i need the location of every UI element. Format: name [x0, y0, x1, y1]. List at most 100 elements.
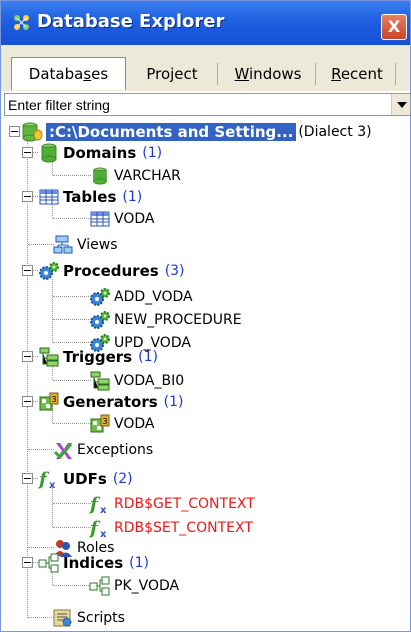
- collapse-icon[interactable]: [22, 351, 33, 362]
- tree-node-tables[interactable]: Tables (1): [38, 185, 142, 208]
- procedure-gears-icon: [89, 287, 111, 307]
- tree-node-domains[interactable]: Domains (1): [38, 141, 162, 164]
- tab-label-accel: R: [331, 65, 341, 83]
- tree-node-index-item[interactable]: PK_VODA: [89, 574, 179, 597]
- generator-icon: 3: [89, 414, 111, 434]
- tree-line: [53, 175, 91, 176]
- tree-line: [28, 547, 54, 548]
- domains-label: Domains: [63, 143, 137, 162]
- tree-line: [52, 487, 53, 527]
- chevron-down-icon[interactable]: [391, 94, 410, 115]
- function-icon: fx: [89, 494, 111, 514]
- tree-node-udf-item[interactable]: fx RDB$GET_CONTEXT: [89, 492, 255, 515]
- trigger-icon: [38, 347, 60, 367]
- tables-count: (1): [122, 188, 143, 205]
- tab-separator: [395, 63, 396, 85]
- procedures-label: Procedures: [63, 261, 159, 280]
- exception-icon: [52, 440, 74, 460]
- generators-count: (1): [163, 393, 184, 410]
- tab-separator: [315, 63, 316, 85]
- tables-label: Tables: [63, 187, 117, 206]
- udfs-label: UDFs: [63, 469, 107, 488]
- udf-item-label: RDB$SET_CONTEXT: [114, 519, 253, 536]
- tab-label-pre: Databa: [28, 65, 84, 83]
- filter-combobox[interactable]: [4, 93, 411, 116]
- tree-node-procedures[interactable]: Procedures (3): [38, 259, 185, 282]
- trigger-icon: [89, 371, 111, 391]
- database-tree[interactable]: :C:\Documents and Setting... (Dialect 3)…: [1, 117, 410, 631]
- tab-label-post: es: [91, 65, 109, 83]
- tree-node-procedure-item[interactable]: ADD_VODA: [89, 285, 193, 308]
- tree-line: [28, 449, 54, 450]
- index-icon: [89, 576, 111, 596]
- procedures-count: (3): [164, 262, 185, 279]
- function-icon: fx: [89, 518, 111, 538]
- collapse-icon[interactable]: [22, 147, 33, 158]
- filter-input[interactable]: [5, 94, 391, 115]
- tree-node-scripts[interactable]: Scripts: [52, 606, 125, 629]
- tree-line: [53, 218, 91, 219]
- udf-item-label: RDB$GET_CONTEXT: [114, 495, 255, 512]
- tab-label-post: indows: [249, 65, 302, 83]
- database-label: :C:\Documents and Setting...: [46, 122, 297, 141]
- svg-text:x: x: [100, 505, 107, 514]
- tree-node-domain-item[interactable]: VARCHAR: [89, 164, 181, 187]
- indices-label: Indices: [63, 553, 124, 572]
- tree-node-udfs[interactable]: fx UDFs (2): [38, 467, 133, 490]
- views-icon: [52, 235, 74, 255]
- tree-node-exceptions[interactable]: Exceptions: [52, 438, 153, 461]
- tree-line: [53, 380, 91, 381]
- tree-node-database[interactable]: :C:\Documents and Setting... (Dialect 3): [21, 120, 372, 143]
- close-button[interactable]: X: [381, 14, 407, 40]
- tab-databases[interactable]: Databases: [11, 57, 126, 90]
- table-icon: [89, 209, 111, 229]
- tree-line: [53, 503, 91, 504]
- tree-node-trigger-item[interactable]: VODA_BI0: [89, 369, 184, 392]
- collapse-icon[interactable]: [22, 473, 33, 484]
- scripts-label: Scripts: [77, 609, 125, 626]
- window-title: Database Explorer: [37, 11, 225, 32]
- tab-label-accel: s: [83, 65, 92, 83]
- tree-line: [28, 617, 54, 618]
- procedure-item-label: NEW_PROCEDURE: [114, 311, 242, 328]
- triggers-count: (1): [138, 348, 158, 365]
- tab-separator: [217, 63, 218, 85]
- tab-label-accel: W: [234, 65, 250, 83]
- tree-node-indices[interactable]: Indices (1): [38, 551, 149, 574]
- database-explorer-icon: [11, 12, 33, 34]
- domain-icon: [89, 166, 111, 186]
- index-icon: [38, 553, 60, 573]
- tree-line: [53, 342, 91, 343]
- exceptions-label: Exceptions: [77, 441, 154, 458]
- tab-project[interactable]: Project: [125, 61, 219, 89]
- svg-text:3: 3: [102, 417, 107, 426]
- collapse-icon[interactable]: [22, 557, 33, 568]
- procedure-gears-icon: [89, 310, 111, 330]
- indices-count: (1): [129, 554, 149, 571]
- collapse-icon[interactable]: [9, 126, 20, 137]
- index-item-label: PK_VODA: [114, 577, 180, 594]
- tree-node-triggers[interactable]: Triggers (1): [38, 345, 158, 368]
- tree-node-generators[interactable]: 3 Generators (1): [38, 390, 184, 413]
- tree-node-views[interactable]: Views: [52, 233, 118, 256]
- database-explorer-window: Database Explorer X Databases Project Wi…: [0, 0, 411, 632]
- tree-node-generator-item[interactable]: 3 VODA: [89, 412, 154, 435]
- domains-count: (1): [142, 144, 163, 161]
- collapse-icon[interactable]: [22, 265, 33, 276]
- tree-node-procedure-item[interactable]: NEW_PROCEDURE: [89, 308, 242, 331]
- views-label: Views: [77, 236, 118, 253]
- dialect-label: (Dialect 3): [298, 123, 372, 140]
- tab-windows[interactable]: Windows: [219, 61, 317, 89]
- tree-line: [27, 137, 28, 618]
- title-bar[interactable]: Database Explorer X: [1, 1, 410, 45]
- domain-icon: [38, 143, 60, 163]
- tree-line: [53, 527, 91, 528]
- tree-node-table-item[interactable]: VODA: [89, 207, 154, 230]
- table-item-label: VODA: [114, 210, 155, 227]
- collapse-icon[interactable]: [22, 191, 33, 202]
- tab-recent[interactable]: Recent: [317, 61, 397, 89]
- collapse-icon[interactable]: [22, 396, 33, 407]
- procedure-gears-icon: [38, 261, 60, 281]
- procedure-item-label: ADD_VODA: [114, 288, 193, 305]
- tab-label-pre: Pro: [146, 65, 171, 83]
